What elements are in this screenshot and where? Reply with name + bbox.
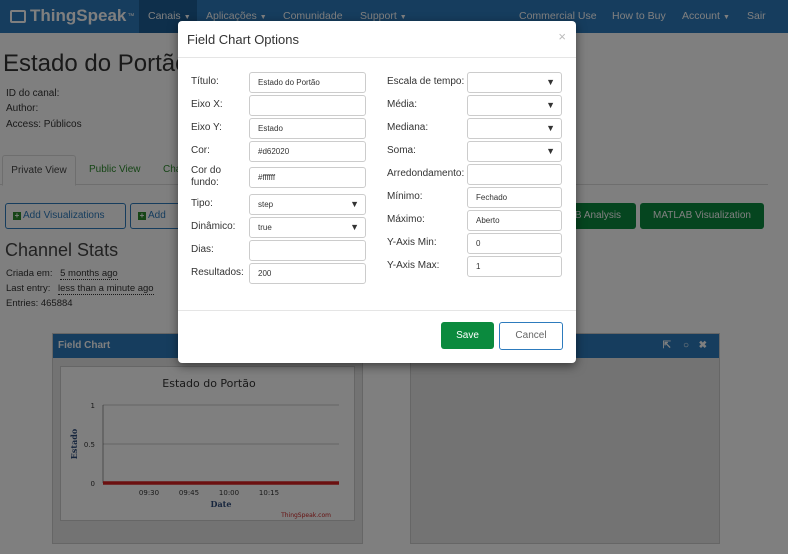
cor-do-fundo-input[interactable]: #ffffff <box>249 167 366 188</box>
escala-de-tempo-label: Escala de tempo: <box>387 76 465 87</box>
eixo-y-label: Eixo Y: <box>191 122 222 133</box>
soma-select[interactable]: ▼ <box>467 141 562 162</box>
dias-input[interactable] <box>249 240 366 261</box>
titulo-label: Título: <box>191 76 219 87</box>
mediana-label: Mediana: <box>387 122 429 133</box>
cor-do-fundo-value: #ffffff <box>258 173 276 182</box>
y-axis-min-value: 0 <box>476 239 481 248</box>
maximo-value: Aberto <box>476 216 500 225</box>
mediana-select[interactable]: ▼ <box>467 118 562 139</box>
minimo-input[interactable]: Fechado <box>467 187 562 208</box>
tipo-label: Tipo: <box>191 198 213 209</box>
chevron-down-icon: ▼ <box>350 199 359 209</box>
eixo-x-input[interactable] <box>249 95 366 116</box>
eixo-x-label: Eixo X: <box>191 99 223 110</box>
modal-footer-divider <box>178 310 576 311</box>
dinamico-select[interactable]: true ▼ <box>249 217 366 238</box>
y-axis-max-label: Y-Axis Max: <box>387 260 440 271</box>
escala-de-tempo-select[interactable]: ▼ <box>467 72 562 93</box>
chevron-down-icon: ▼ <box>546 123 555 133</box>
chevron-down-icon: ▼ <box>546 100 555 110</box>
cor-do-fundo-label: Cor do fundo: <box>191 165 222 188</box>
minimo-value: Fechado <box>476 193 508 202</box>
modal-title: Field Chart Options <box>187 32 299 47</box>
resultados-value: 200 <box>258 269 272 278</box>
chevron-down-icon: ▼ <box>546 77 555 87</box>
dias-label: Dias: <box>191 244 214 255</box>
cancel-button[interactable]: Cancel <box>499 322 563 350</box>
titulo-input[interactable]: Estado do Portão <box>249 72 366 93</box>
arredondamento-input[interactable] <box>467 164 562 185</box>
chevron-down-icon: ▼ <box>546 146 555 156</box>
maximo-label: Máximo: <box>387 214 425 225</box>
cor-value: #d62020 <box>258 147 290 156</box>
cor-label: Cor: <box>191 145 210 156</box>
tipo-value: step <box>258 200 274 209</box>
resultados-input[interactable]: 200 <box>249 263 366 284</box>
dinamico-label: Dinâmico: <box>191 221 236 232</box>
maximo-input[interactable]: Aberto <box>467 210 562 231</box>
resultados-label: Resultados: <box>191 267 244 278</box>
minimo-label: Mínimo: <box>387 191 423 202</box>
eixo-y-value: Estado <box>258 124 283 133</box>
soma-label: Soma: <box>387 145 416 156</box>
titulo-value: Estado do Portão <box>258 78 320 87</box>
media-label: Média: <box>387 99 418 110</box>
eixo-y-input[interactable]: Estado <box>249 118 366 139</box>
field-chart-options-modal: Field Chart Options × Save Cancel Título… <box>178 21 576 363</box>
y-axis-max-input[interactable]: 1 <box>467 256 562 277</box>
cor-input[interactable]: #d62020 <box>249 141 366 162</box>
y-axis-min-input[interactable]: 0 <box>467 233 562 254</box>
tipo-select[interactable]: step ▼ <box>249 194 366 215</box>
y-axis-max-value: 1 <box>476 262 481 271</box>
y-axis-min-label: Y-Axis Min: <box>387 237 437 248</box>
dinamico-value: true <box>258 223 272 232</box>
chevron-down-icon: ▼ <box>350 222 359 232</box>
save-button[interactable]: Save <box>441 322 494 349</box>
modal-close-icon[interactable]: × <box>558 29 566 44</box>
media-select[interactable]: ▼ <box>467 95 562 116</box>
arredondamento-label: Arredondamento: <box>387 168 465 179</box>
modal-header-divider <box>178 57 576 58</box>
